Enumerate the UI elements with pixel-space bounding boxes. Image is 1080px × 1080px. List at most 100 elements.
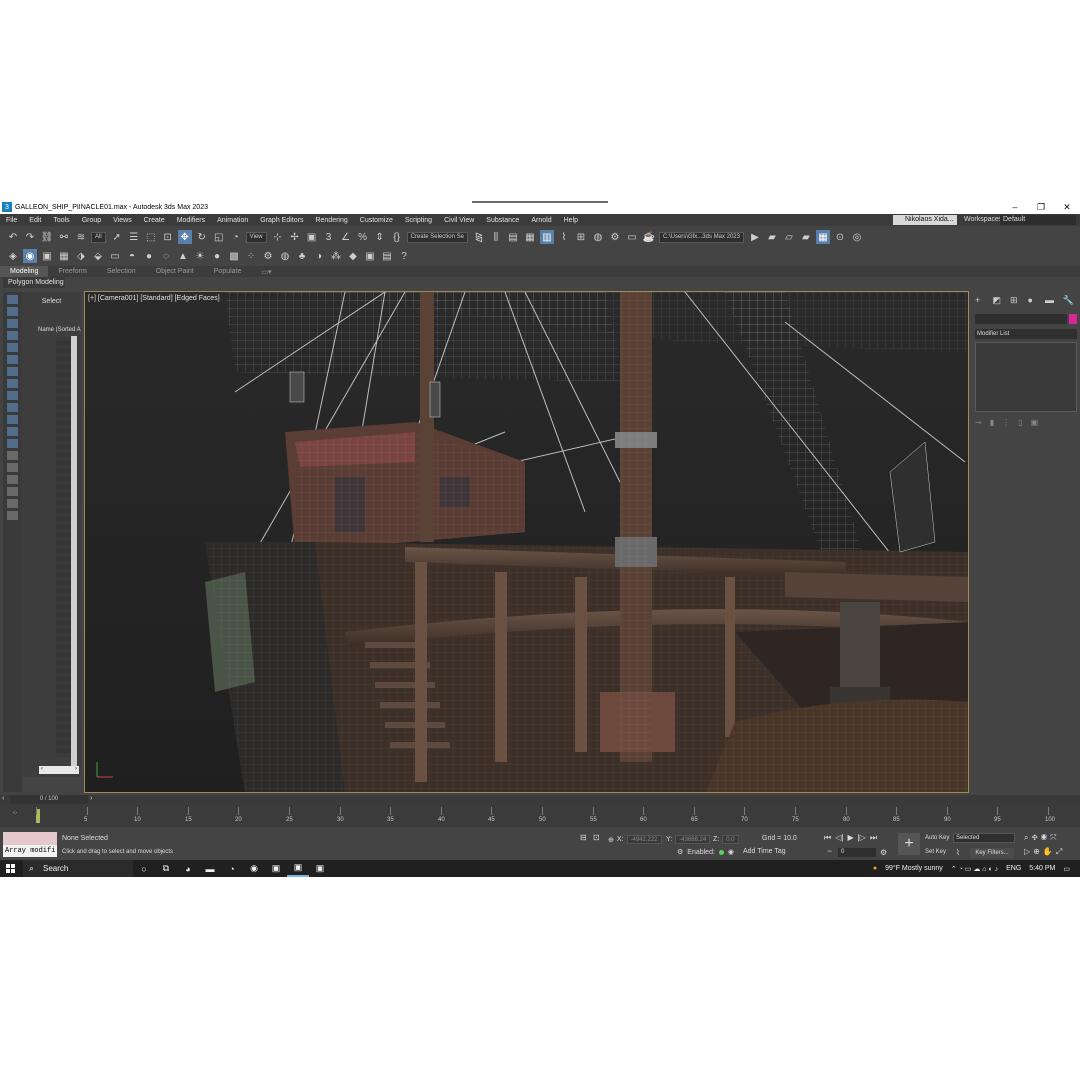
bind-space-warp-icon[interactable]: ≋ (74, 230, 88, 244)
layer-explorer-icon[interactable]: ▦ (523, 230, 537, 244)
modifier-list-dropdown[interactable]: Modifier List (975, 329, 1077, 339)
photoshop-icon[interactable]: ▣ (363, 249, 377, 263)
file-explorer-icon[interactable]: ▬ (199, 860, 221, 877)
globe-icon[interactable]: ◍ (278, 249, 292, 263)
window-crossing-icon[interactable]: ⊡ (161, 230, 175, 244)
menu-tools[interactable]: Tools (47, 217, 75, 224)
add-time-tag-button[interactable]: Add Time Tag (743, 848, 786, 855)
enabled-indicator[interactable] (718, 849, 724, 855)
mirror-icon[interactable]: ⧎ (472, 230, 486, 244)
display-spacewarps-icon[interactable] (7, 367, 18, 376)
object-color-swatch[interactable] (1069, 314, 1077, 324)
x-coordinate-field[interactable]: -4942.222 (626, 835, 662, 844)
viewport-nav-icons[interactable]: ⌕✥◉⤧ (1024, 833, 1060, 843)
clock-app-icon[interactable]: ◔ (221, 860, 243, 877)
enabled-toggle-icon[interactable]: ◉ (728, 848, 734, 856)
previous-frame-icon[interactable]: ◁| (835, 833, 843, 843)
select-manipulate-icon[interactable]: ✢ (288, 230, 302, 244)
auto-key-button[interactable]: Auto Key (925, 835, 949, 841)
tab-freeform[interactable]: Freeform (48, 268, 96, 275)
weather-icon[interactable]: ● (873, 865, 877, 872)
cortana-icon[interactable]: ○ (133, 860, 155, 877)
layer-icon[interactable] (7, 511, 18, 520)
viewport-layout-icon[interactable]: ▦ (815, 230, 830, 244)
display-lights-icon[interactable] (7, 331, 18, 340)
polygon-modeling-panel[interactable]: Polygon Modeling (3, 277, 65, 288)
key-filters-button[interactable]: Key Filters... (970, 848, 1014, 858)
curve-editor-icon[interactable]: ⌇ (557, 230, 571, 244)
select-menu[interactable]: Select (22, 292, 81, 312)
scale-icon[interactable]: ◱ (212, 230, 226, 244)
make-unique-icon[interactable]: ⋮ (1002, 418, 1010, 427)
maximize-button[interactable]: ❐ (1028, 200, 1054, 214)
safe-frame-icon[interactable]: ⊙ (833, 230, 847, 244)
display-invert-icon[interactable] (7, 463, 18, 472)
edge-icon[interactable]: ◕ (177, 860, 199, 877)
snaps-toggle-icon[interactable]: 3 (322, 230, 336, 244)
close-button[interactable]: ✕ (1054, 200, 1080, 214)
menu-edit[interactable]: Edit (23, 217, 47, 224)
menu-group[interactable]: Group (76, 217, 107, 224)
task-view-icon[interactable]: ⧉ (155, 860, 177, 877)
render-icon[interactable]: ☕ (642, 230, 656, 244)
menu-graph-editors[interactable]: Graph Editors (254, 217, 309, 224)
ribbon-toggle-icon[interactable]: ▥ (539, 230, 554, 244)
menu-create[interactable]: Create (138, 217, 171, 224)
box-primitive-icon[interactable]: ▭ (108, 249, 122, 263)
align-icon[interactable]: ⫼ (489, 230, 503, 244)
hierarchy-tab-icon[interactable]: ⊞ (1010, 295, 1024, 306)
slider-next-icon[interactable]: › (90, 795, 92, 802)
track-bar[interactable]: ⁘ 5 10 15 20 25 30 35 40 45 50 55 60 65 70 75 80 85 90 95 1… (0, 805, 1080, 827)
chrome-icon[interactable]: ◉ (243, 860, 265, 877)
menu-rendering[interactable]: Rendering (309, 217, 353, 224)
slider-prev-icon[interactable]: ‹ (2, 795, 4, 802)
map-icon[interactable]: ◆ (346, 249, 360, 263)
utilities-tab-icon[interactable]: 🔧 (1063, 295, 1077, 306)
maxscript-mini-listener[interactable]: Array modifi (3, 845, 57, 857)
menu-file[interactable]: File (0, 217, 23, 224)
undo-icon[interactable]: ↶ (6, 230, 20, 244)
remove-modifier-icon[interactable]: ▯ (1018, 418, 1022, 427)
modify-tab-icon[interactable]: ◩ (993, 295, 1007, 306)
current-frame-field[interactable]: 0 (838, 848, 876, 857)
ref-coord-dropdown[interactable]: View (245, 231, 267, 243)
time-config-icon[interactable]: ⚙ (880, 848, 887, 857)
menu-scripting[interactable]: Scripting (399, 217, 438, 224)
tray-icons[interactable]: ⌃ ◔ ▭ ☁ ⌂ ◐ ♪ (951, 865, 998, 873)
display-hidden-icon[interactable] (7, 439, 18, 448)
lock-selection-icon[interactable]: ⊡ (593, 833, 600, 842)
scene-hscrollbar[interactable]: ‹ › (39, 766, 79, 774)
funnel-icon[interactable] (7, 499, 18, 508)
menu-customize[interactable]: Customize (354, 217, 399, 224)
tag-icon[interactable]: ⬗ (74, 249, 88, 263)
key-mode-dropdown[interactable]: Selected (953, 833, 1015, 843)
scroll-right-icon[interactable]: › (75, 766, 77, 774)
display-shapes-icon[interactable] (7, 319, 18, 328)
active-shade-icon[interactable]: ◉ (23, 249, 37, 263)
display-frozen-icon[interactable] (7, 427, 18, 436)
sphere-icon[interactable]: ● (142, 249, 156, 263)
folder-save-icon[interactable]: ▱ (782, 230, 796, 244)
3ds-max-icon[interactable]: ▣ (287, 860, 309, 877)
environment-icon[interactable]: ◑ (312, 249, 326, 263)
tab-populate[interactable]: Populate (204, 268, 252, 275)
keyboard-shortcut-icon[interactable]: ▣ (305, 230, 319, 244)
display-xrefs-icon[interactable] (7, 391, 18, 400)
display-tab-icon[interactable]: ▬ (1045, 295, 1059, 305)
menu-views[interactable]: Views (107, 217, 138, 224)
display-groups-icon[interactable] (7, 379, 18, 388)
render-frame-icon[interactable]: ◎ (850, 230, 864, 244)
rect-selection-icon[interactable]: ⬚ (144, 230, 158, 244)
project-path-dropdown[interactable]: C:\Users\Gfx...3ds Max 2023 (658, 231, 744, 243)
scatter-icon[interactable]: ⁘ (244, 249, 258, 263)
menu-substance[interactable]: Substance (480, 217, 525, 224)
ribbon-options-icon[interactable]: ▭▾ (251, 268, 281, 276)
material-editor-icon[interactable]: ◍ (591, 230, 605, 244)
display-containers-icon[interactable] (7, 415, 18, 424)
motion-tab-icon[interactable]: ● (1028, 295, 1042, 305)
key-mode-icon[interactable]: ⇔ (826, 848, 833, 855)
filter-icon[interactable] (7, 487, 18, 496)
user-account-dropdown[interactable]: Nikolaos Xida... (893, 215, 957, 225)
scene-scrollbar[interactable] (71, 336, 77, 766)
scroll-left-icon[interactable]: ‹ (41, 766, 43, 774)
